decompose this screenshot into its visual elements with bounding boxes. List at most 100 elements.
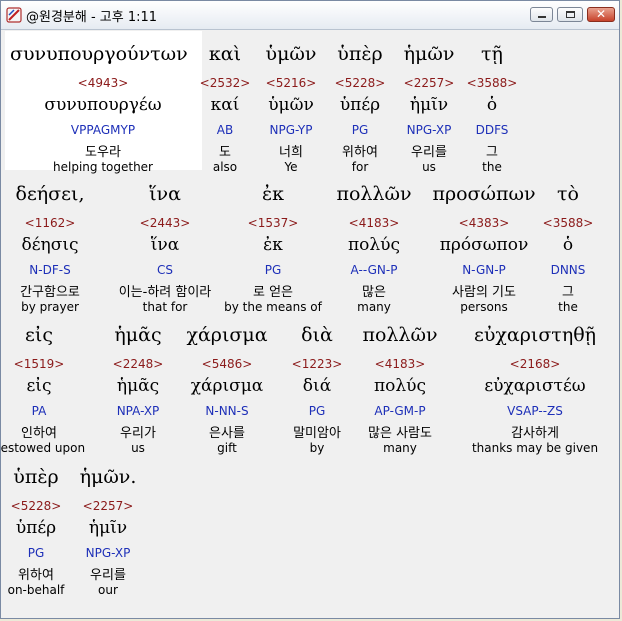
strong-number: <2532> [199,76,251,90]
greek-word: ἡμᾶς [114,324,162,346]
strong-number: <1162> [24,216,76,230]
interlinear-panel[interactable]: συνυπουργούντων <4943> συνυπουργέω VPPAGMYP… [0,31,617,616]
strong-number: <2443> [139,216,191,230]
morphology-code: VPPAGMYP [70,123,136,137]
strong-number: <5216> [265,76,317,90]
greek-word: ὑπὲρ [13,466,59,488]
app-icon [6,7,22,23]
morphology-code: AP-GM-P [374,404,426,418]
morphology-code: N-GN-P [462,263,506,277]
english-gloss: helping together [53,160,153,174]
strong-number: <4183> [374,357,426,371]
korean-gloss: 사람의 기도 [452,285,516,300]
korean-gloss: 인하여 [21,426,57,441]
greek-word: ἵνα [149,183,181,205]
morphology-code: A--GN-P [350,263,398,277]
korean-gloss: 너희 [279,145,303,160]
english-gloss: thanks may be given [471,441,599,455]
morphology-code: PG [264,263,282,277]
strong-number: <4383> [458,216,510,230]
lemma: ἡμῖν [409,95,449,115]
strong-number: <5228> [10,499,62,513]
korean-gloss: 감사하게 [511,426,559,441]
strong-number: <2168> [509,357,561,371]
english-gloss: us [422,160,436,174]
strong-number: <5486> [201,357,253,371]
greek-word: ἡμῶν [403,43,455,65]
korean-gloss: 말미암아 [293,426,341,441]
morphology-code: NPG-XP [85,546,131,560]
korean-gloss: 그 [486,145,498,160]
lemma: ἡμᾶς [116,376,160,396]
english-gloss: Ye [284,160,298,174]
korean-gloss: 도우라 [85,145,121,160]
window-title: @원경분해 - 고후 1:11 [26,10,158,25]
korean-gloss: 위하여 [342,145,378,160]
lemma: διά [302,376,332,396]
english-gloss: gift [217,441,237,455]
lemma: δέησις [21,235,79,255]
strong-number: <2257> [403,76,455,90]
english-gloss: by [309,441,325,455]
app-window: @원경분해 - 고후 1:11 ✕ συνυπουργούντων <4943> σ… [0,0,620,619]
korean-gloss: 위하여 [18,568,54,583]
greek-word: ἡμῶν. [79,466,137,488]
lemma: ὁ [486,95,498,115]
english-gloss: bestowed upon [0,441,86,455]
strong-number: <4943> [77,76,129,90]
strong-number: <4183> [348,216,400,230]
lemma: εὐχαριστέω [484,376,586,396]
lemma: πολύς [373,376,427,396]
greek-word: πολλῶν [336,183,412,205]
lemma: πολύς [347,235,401,255]
close-button[interactable]: ✕ [587,7,615,22]
strong-number: <2248> [112,357,164,371]
morphology-code: DNNS [550,263,586,277]
title-bar[interactable]: @원경분해 - 고후 1:11 ✕ [1,1,619,30]
english-gloss: many [383,441,417,455]
greek-word: ὑμῶν [265,43,317,65]
lemma: πρόσωπον [439,235,529,255]
strong-number: <3588> [542,216,594,230]
morphology-code: NPA-XP [116,404,160,418]
greek-word: τῇ [481,43,503,65]
greek-word: συνυπουργούντων [10,43,188,65]
morphology-code: AB [216,123,234,137]
korean-gloss: 우리를 [411,145,447,160]
morphology-code: CS [157,263,173,277]
english-gloss: that for [142,300,188,314]
morphology-code: PG [308,404,326,418]
morphology-code: N-DF-S [29,263,71,277]
greek-word: εἰς [25,324,53,346]
lemma: ἵνα [150,235,180,255]
morphology-code: VSAP--ZS [507,404,563,418]
maximize-button[interactable] [557,7,583,22]
strong-number: <1223> [291,357,343,371]
strong-number: <5228> [334,76,386,90]
korean-gloss: 간구함으로 [20,285,80,300]
english-gloss: the [482,160,502,174]
greek-word: προσώπων [432,183,536,205]
korean-gloss: 많은 사람도 [368,426,432,441]
english-gloss: by prayer [21,300,79,314]
korean-gloss: 이는-하려 함이라 [118,285,212,300]
english-gloss: on-behalf [7,583,65,597]
greek-word: τὸ [557,183,579,205]
english-gloss: persons [460,300,508,314]
morphology-code: NPG-YP [269,123,313,137]
minimize-icon [538,16,546,18]
lemma: ἐκ [263,235,283,255]
morphology-code: DDFS [475,123,509,137]
morphology-code: N-NN-S [205,404,249,418]
greek-word: ὑπὲρ [337,43,383,65]
lemma: ὁ [562,235,574,255]
morphology-code: PG [27,546,45,560]
greek-word: καὶ [208,43,242,65]
minimize-button[interactable] [530,7,553,22]
morphology-code: PA [31,404,47,418]
english-gloss: the [558,300,578,314]
korean-gloss: 우리가 [120,426,156,441]
strong-number: <1519> [13,357,65,371]
close-icon: ✕ [595,7,607,21]
strong-number: <3588> [466,76,518,90]
